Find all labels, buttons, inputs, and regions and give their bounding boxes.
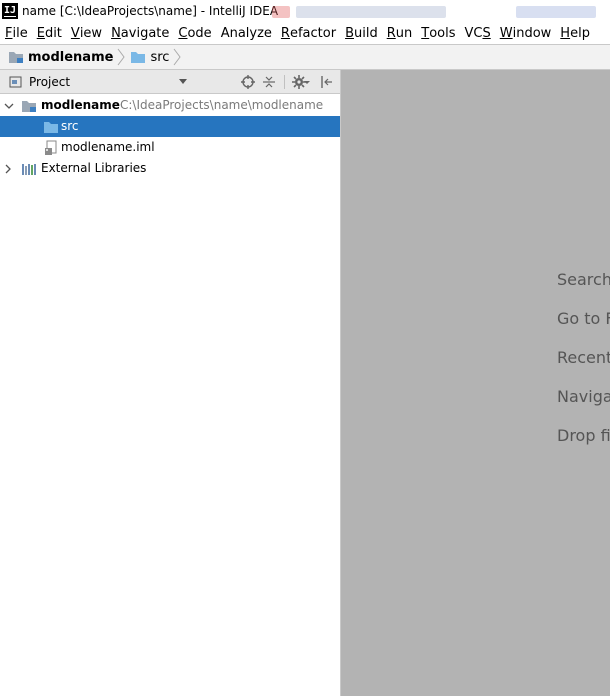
external-libraries-label: External Libraries xyxy=(41,161,147,175)
libraries-icon xyxy=(22,164,36,175)
tree-row-iml-file[interactable]: modlename.iml xyxy=(0,137,340,158)
background-window-ghost xyxy=(516,6,596,18)
hint-go-to-file: Go to F xyxy=(557,309,610,328)
menu-tools[interactable]: Tools xyxy=(416,22,459,44)
view-selector-dropdown-arrow[interactable] xyxy=(179,79,187,84)
menu-build[interactable]: Build xyxy=(340,22,382,44)
editor-empty-area: Search Go to F Recent Naviga Drop fi xyxy=(341,70,610,696)
project-view-icon xyxy=(9,76,22,87)
window-title-bar: IJ name [C:\IdeaProjects\name] - Intelli… xyxy=(0,0,610,22)
tree-row-external-libraries[interactable]: External Libraries xyxy=(0,158,340,179)
hide-panel-icon[interactable] xyxy=(318,74,334,90)
breadcrumb-label: modlename xyxy=(28,49,114,65)
menu-run[interactable]: Run xyxy=(382,22,417,44)
iml-file-label: modlename.iml xyxy=(61,140,155,154)
hint-search-everywhere: Search xyxy=(557,270,610,289)
menu-edit[interactable]: Edit xyxy=(32,22,66,44)
menu-file[interactable]: File xyxy=(0,22,32,44)
menu-help[interactable]: Help xyxy=(555,22,594,44)
source-folder-icon xyxy=(44,122,58,133)
hint-drop-files: Drop fi xyxy=(557,426,610,445)
project-tool-window: Project modlename C:\IdeaProjects\name\m… xyxy=(0,70,341,696)
tree-row-src-folder[interactable]: src xyxy=(0,116,340,137)
hint-recent-files: Recent xyxy=(557,348,610,367)
module-path-label: C:\IdeaProjects\name\modlename xyxy=(120,98,324,112)
src-folder-label: src xyxy=(61,119,79,133)
breadcrumb-label: src xyxy=(150,49,170,65)
window-title: name [C:\IdeaProjects\name] - IntelliJ I… xyxy=(22,4,279,18)
module-name-label: modlename xyxy=(41,98,120,112)
toolbar-divider xyxy=(284,75,285,89)
menu-bar: File Edit View Navigate Code Analyze Refactor B… xyxy=(0,22,610,44)
menu-window[interactable]: Window xyxy=(495,22,556,44)
intellij-app-icon: IJ xyxy=(2,3,18,19)
hint-navigation-bar: Naviga xyxy=(557,387,610,406)
breadcrumb-item-src[interactable]: src xyxy=(126,45,169,69)
locate-icon[interactable] xyxy=(240,74,256,90)
source-folder-icon xyxy=(131,52,146,63)
breadcrumb-item-module[interactable]: modlename xyxy=(0,45,113,69)
menu-vcs[interactable]: VC S xyxy=(459,22,494,44)
module-file-icon xyxy=(45,140,57,155)
module-folder-icon xyxy=(9,52,23,63)
chevron-down-icon[interactable] xyxy=(4,101,14,111)
menu-refactor[interactable]: Refactor xyxy=(276,22,340,44)
background-window-ghost xyxy=(272,6,290,18)
background-window-ghost xyxy=(296,6,446,18)
settings-dropdown-arrow-icon[interactable] xyxy=(303,74,311,90)
navigation-breadcrumb: modlename src xyxy=(0,44,610,70)
chevron-right-icon xyxy=(118,48,126,66)
project-panel-header: Project xyxy=(0,70,340,94)
menu-analyze[interactable]: Analyze xyxy=(216,22,276,44)
menu-navigate[interactable]: Navigate xyxy=(106,22,173,44)
tree-row-module[interactable]: modlename C:\IdeaProjects\name\modlename xyxy=(0,95,340,116)
project-panel-title[interactable]: Project xyxy=(29,75,70,89)
menu-view[interactable]: View xyxy=(66,22,106,44)
chevron-right-icon xyxy=(174,48,182,66)
menu-code[interactable]: Code xyxy=(173,22,215,44)
collapse-all-icon[interactable] xyxy=(261,74,277,90)
chevron-right-icon[interactable] xyxy=(3,164,13,174)
module-folder-icon xyxy=(22,101,36,112)
